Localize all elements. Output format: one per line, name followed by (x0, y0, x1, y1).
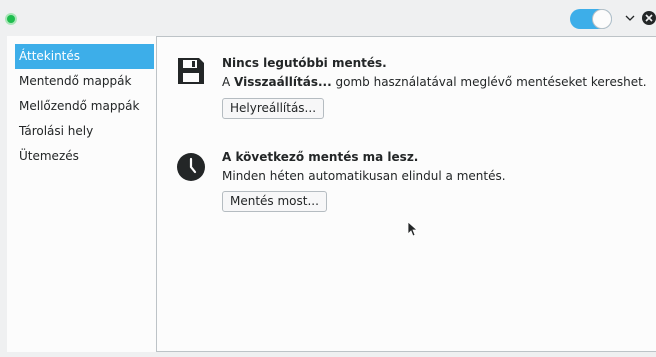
title-bar (0, 0, 656, 36)
sidebar-item-folders-to-backup[interactable]: Mentendő mappák (15, 69, 154, 94)
backup-status-title: Nincs legutóbbi mentés. (222, 56, 387, 70)
sidebar-item-schedule[interactable]: Ütemezés (15, 144, 154, 169)
sidebar-item-overview[interactable]: Áttekintés (15, 44, 154, 69)
backup-status-section: Nincs legutóbbi mentés. A Visszaállítás.… (176, 56, 647, 126)
sidebar: Áttekintés Mentendő mappák Mellőzendő ma… (7, 36, 157, 352)
desc-suffix: gomb használatával meglévő mentéseket ke… (331, 75, 647, 89)
schedule-section: A következő mentés ma lesz. Minden héten… (176, 150, 646, 220)
enable-backup-toggle[interactable] (570, 9, 612, 29)
floppy-disk-icon (176, 56, 206, 86)
toggle-knob (592, 9, 612, 29)
close-icon[interactable] (641, 10, 656, 26)
sidebar-item-excluded-folders[interactable]: Mellőzendő mappák (15, 94, 154, 119)
clock-icon (176, 152, 206, 182)
sidebar-item-storage-location[interactable]: Tárolási hely (15, 119, 154, 144)
restore-keyword: Visszaállítás... (234, 75, 332, 89)
mouse-cursor-icon (407, 221, 419, 237)
desc-prefix: A (222, 75, 235, 89)
restore-button[interactable]: Helyreállítás... (222, 98, 325, 119)
backup-status-description: A Visszaállítás... gomb használatával me… (222, 75, 647, 89)
sidebar-list: Áttekintés Mentendő mappák Mellőzendő ma… (15, 44, 154, 169)
status-indicator-icon (7, 15, 15, 23)
next-backup-title: A következő mentés ma lesz. (222, 150, 419, 164)
backup-now-button[interactable]: Mentés most... (222, 191, 327, 212)
next-backup-description: Minden héten automatikusan elindul a men… (222, 169, 506, 183)
chevron-down-icon[interactable] (622, 10, 638, 26)
